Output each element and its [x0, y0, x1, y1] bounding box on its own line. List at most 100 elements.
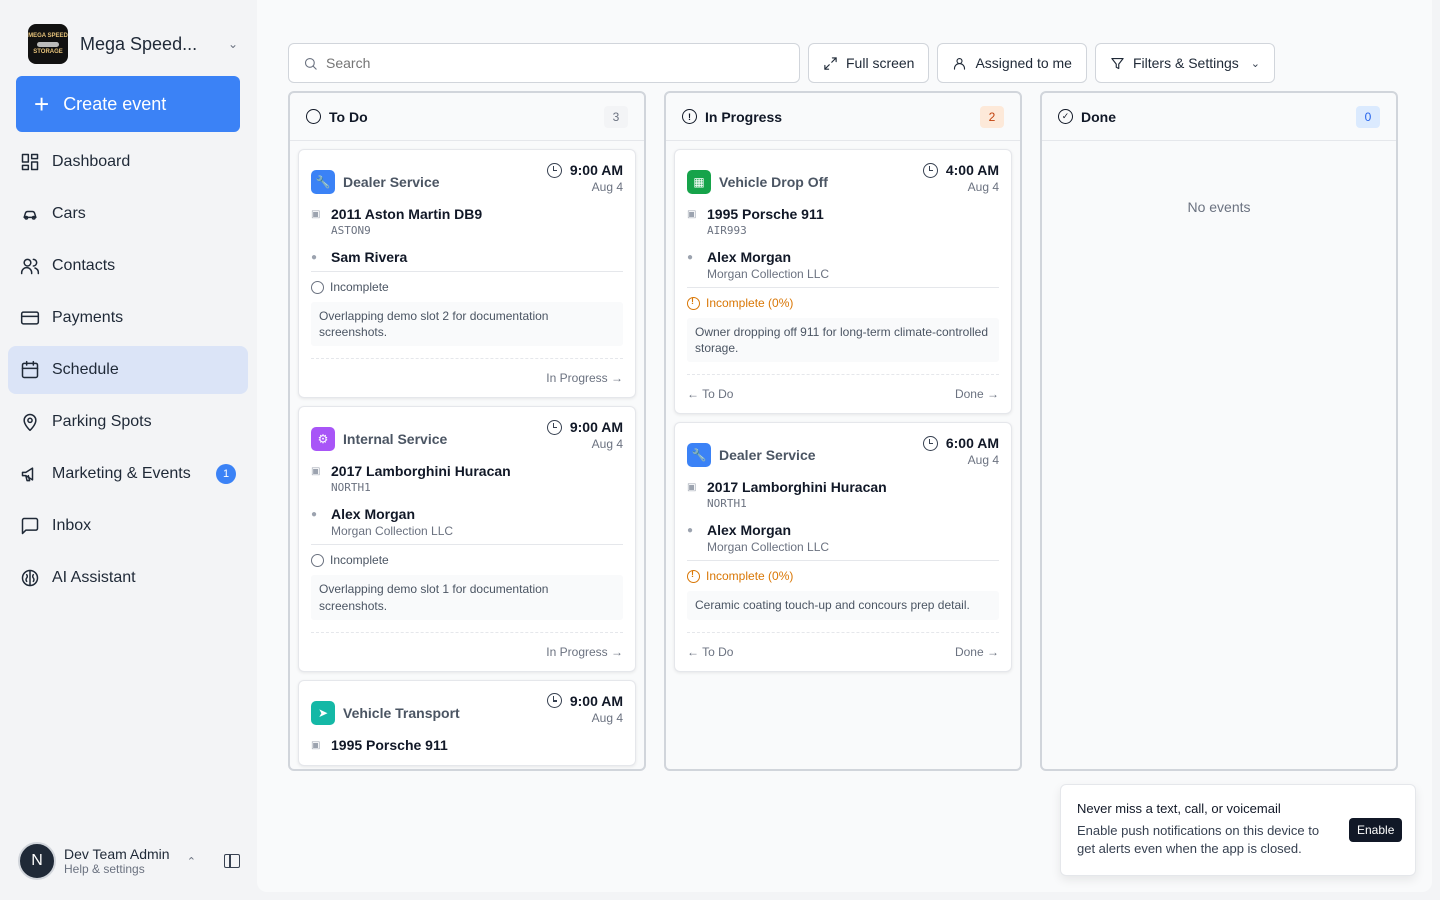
column-header: ✓ Done 0 [1042, 93, 1396, 141]
wrench-icon: 🔧 [311, 170, 335, 194]
event-note: Overlapping demo slot 1 for documentatio… [311, 575, 623, 620]
event-type: Dealer Service [343, 174, 440, 190]
event-card[interactable]: ▦ Vehicle Drop Off 4:00 AM Aug 4 ▣ 1995 P… [674, 149, 1012, 415]
status: Incomplete (0%) [687, 296, 999, 310]
sidebar-item-label: AI Assistant [52, 569, 136, 586]
move-to-to-do-button[interactable]: ← To Do [687, 387, 733, 401]
status: Incomplete (0%) [687, 569, 999, 583]
move-to-in-progress-button[interactable]: In Progress → [546, 645, 623, 659]
sidebar-item-schedule[interactable]: Schedule [8, 346, 248, 394]
logo-text-top: MEGA SPEED [28, 32, 68, 39]
sidebar-item-dashboard[interactable]: Dashboard [8, 138, 248, 186]
org-name: Mega Speed... [80, 33, 198, 54]
sidebar-item-label: Dashboard [52, 153, 131, 170]
clock-icon [546, 693, 562, 709]
event-note: Overlapping demo slot 2 for documentatio… [311, 302, 623, 347]
action-label: Done [954, 644, 984, 659]
event-card[interactable]: ⚙ Internal Service 9:00 AM Aug 4 ▣ 2017 L… [298, 406, 636, 672]
event-type: Vehicle Drop Off [719, 174, 828, 190]
alert-circle-icon [687, 569, 700, 583]
sidebar-item-contacts[interactable]: Contacts [8, 242, 248, 290]
user-name: Dev Team Admin [64, 846, 170, 862]
event-time: 4:00 AM [945, 162, 999, 178]
message-square-icon [21, 517, 39, 535]
search-input[interactable] [326, 55, 766, 71]
event-time: 9:00 AM [569, 692, 623, 709]
car-icon: ▣ [687, 482, 697, 494]
move-to-done-button[interactable]: Done → [955, 645, 999, 659]
move-to-done-button[interactable]: Done → [955, 387, 999, 401]
sidebar-item-payments[interactable]: Payments [8, 294, 248, 342]
contact-name: Alex Morgan [707, 522, 792, 539]
org-logo: MEGA SPEED STORAGE [28, 24, 68, 64]
search-box[interactable] [288, 43, 800, 83]
empty-state: No events [1187, 199, 1251, 215]
user-icon: ● [687, 252, 694, 263]
column-title: To Do [329, 108, 368, 125]
assigned-to-me-button[interactable]: Assigned to me [937, 43, 1087, 83]
column-count-badge: 2 [980, 105, 1004, 128]
chevron-up-icon: ⌃ [186, 855, 196, 868]
toast-body: Enable push notifications on this device… [1077, 823, 1320, 857]
event-type: Internal Service [343, 431, 448, 448]
event-date: Aug 4 [967, 180, 999, 194]
clock-icon [546, 419, 562, 435]
column-to-do: To Do 3 🔧 Dealer Service 9:00 AM Aug 4 ▣… [288, 91, 646, 771]
car-name: 1995 Porsche 911 [331, 736, 448, 753]
move-to-to-do-button[interactable]: ← To Do [687, 645, 733, 659]
full-screen-label: Full screen [846, 55, 915, 71]
column-header: To Do 3 [290, 93, 644, 141]
dashboard-icon [21, 153, 39, 171]
car-icon: ▣ [311, 739, 321, 751]
event-type: Dealer Service [719, 447, 816, 464]
sidebar-item-marketing-events[interactable]: Marketing & Events 1 [8, 450, 248, 498]
sidebar-item-label: Payments [52, 309, 124, 326]
wrench-icon: 🔧 [687, 443, 711, 468]
event-card[interactable]: 🔧 Dealer Service 6:00 AM Aug 4 ▣ 2017 Lam… [674, 422, 1012, 672]
user-menu[interactable]: N Dev Team Admin Help & settings ⌃ [18, 842, 240, 880]
sidebar-item-label: Marketing & Events [52, 465, 191, 482]
org-switcher[interactable]: MEGA SPEED STORAGE Mega Speed... ⌄ [28, 24, 238, 64]
car-name: 2017 Lamborghini Huracan [331, 463, 511, 480]
toolbar: Full screen Assigned to me Filters & Set… [288, 43, 1276, 83]
move-to-in-progress-button[interactable]: In Progress → [546, 371, 623, 385]
user-icon: ● [311, 509, 318, 521]
alert-circle-icon: ! [682, 109, 697, 124]
create-event-button[interactable]: + Create event [16, 76, 240, 132]
contact-name: Alex Morgan [331, 506, 416, 523]
filters-settings-label: Filters & Settings [1132, 55, 1239, 71]
sidebar-toggle-icon[interactable] [224, 854, 240, 868]
notification-badge: 1 [216, 464, 236, 484]
column-in-progress: ! In Progress 2 ▦ Vehicle Drop Off 4:00 … [664, 91, 1022, 771]
sidebar-item-cars[interactable]: Cars [8, 190, 248, 238]
action-label: In Progress [546, 371, 608, 386]
event-card[interactable]: 🔧 Dealer Service 9:00 AM Aug 4 ▣ 2011 Ast… [298, 149, 636, 399]
event-card[interactable]: ➤ Vehicle Transport 9:00 AM Aug 4 ▣ 1995 … [298, 679, 636, 766]
clock-icon [546, 162, 562, 178]
column-done: ✓ Done 0 No events [1040, 91, 1398, 771]
full-screen-button[interactable]: Full screen [808, 43, 930, 83]
event-time: 6:00 AM [945, 435, 999, 452]
megaphone-icon [21, 467, 34, 482]
sidebar-item-label: Inbox [52, 517, 92, 534]
action-label: To Do [702, 387, 734, 402]
car-plate: NORTH1 [707, 497, 747, 511]
sidebar: MEGA SPEED STORAGE Mega Speed... ⌄ + Cre… [0, 0, 256, 900]
sidebar-item-ai-assistant[interactable]: AI Assistant [8, 554, 248, 602]
user-icon: ● [311, 252, 318, 263]
sidebar-item-inbox[interactable]: Inbox [8, 502, 248, 550]
sidebar-item-label: Schedule [52, 361, 119, 378]
logo-text-bottom: STORAGE [33, 48, 63, 55]
sidebar-item-parking-spots[interactable]: Parking Spots [8, 398, 248, 446]
truck-icon: ▦ [687, 170, 711, 194]
filters-settings-button[interactable]: Filters & Settings ⌄ [1094, 43, 1276, 83]
user-icon: ● [687, 525, 694, 537]
users-icon [20, 258, 40, 275]
enable-button[interactable]: Enable [1349, 818, 1403, 842]
check-circle-icon: ✓ [1058, 109, 1073, 124]
event-time: 9:00 AM [569, 162, 623, 178]
event-type: Vehicle Transport [343, 704, 460, 721]
user-icon [954, 57, 966, 70]
gear-icon: ⚙ [311, 427, 335, 452]
status-text: Incomplete [330, 280, 389, 294]
